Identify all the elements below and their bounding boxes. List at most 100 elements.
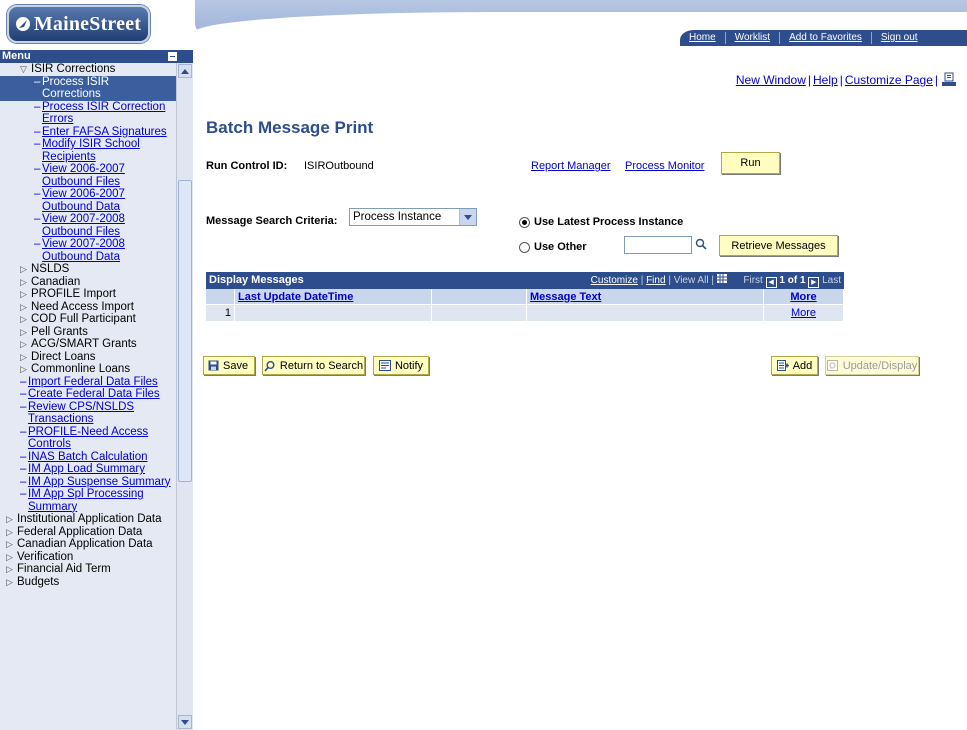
menu-item[interactable]: ▷ Budgets (0, 576, 177, 589)
menu-item[interactable]: – Import Federal Data Files (0, 376, 177, 389)
menu-dash: – (34, 138, 41, 150)
menu-item[interactable]: – IM App Suspense Summary (0, 476, 177, 489)
menu-item[interactable]: ▷ PROFILE Import (0, 288, 177, 301)
grid-navigation: Customize | Find | View All | First ◀ 1 … (590, 274, 841, 288)
menu-item[interactable]: ▷ Verification (0, 551, 177, 564)
row-number: 1 (206, 304, 235, 321)
menu-item-label: Direct Loans (31, 350, 96, 363)
return-to-search-button[interactable]: Return to Search (262, 356, 365, 375)
next-arrow-icon[interactable]: ▶ (808, 277, 820, 288)
menu-item[interactable]: ▽ ISIR Corrections (0, 63, 177, 76)
menu-item[interactable]: ▷ Federal Application Data (0, 526, 177, 539)
http-help-icon[interactable] (942, 72, 956, 86)
customize-page-link[interactable]: Customize Page (845, 73, 933, 87)
expand-arrow-icon[interactable]: ▷ (20, 363, 31, 376)
help-link[interactable]: Help (813, 73, 838, 87)
grid-last-label: Last (822, 275, 841, 286)
menu-scrollbar[interactable] (176, 63, 193, 730)
home-link[interactable]: Home (680, 32, 726, 44)
menu-item[interactable]: ▷ Canadian Application Data (0, 538, 177, 551)
expand-arrow-icon[interactable]: ▷ (20, 263, 31, 276)
scroll-down-icon[interactable] (178, 715, 192, 729)
scroll-up-icon[interactable] (178, 64, 192, 78)
menu-item[interactable]: ▷ COD Full Participant (0, 313, 177, 326)
grid-view-all[interactable]: View All (674, 275, 709, 286)
menu-item[interactable]: – Modify ISIR School Recipients (0, 138, 177, 163)
column-header[interactable]: Message Text (526, 289, 764, 305)
report-manager-link[interactable]: Report Manager (531, 160, 611, 172)
menu-item[interactable]: – PROFILE-Need Access Controls (0, 426, 177, 451)
expand-arrow-icon[interactable]: ▷ (6, 551, 17, 564)
menu-item[interactable]: – View 2006-2007 Outbound Data (0, 188, 177, 213)
menu-item[interactable]: – IM App Spl Processing Summary (0, 488, 177, 513)
expand-arrow-icon[interactable]: ▷ (20, 326, 31, 339)
menu-item[interactable]: ▷ Direct Loans (0, 351, 177, 364)
menu-item[interactable]: – IM App Load Summary (0, 463, 177, 476)
menu-dash: – (34, 213, 41, 225)
collapse-arrow-icon[interactable]: ▽ (20, 63, 31, 76)
menu-item[interactable]: ▷ ACG/SMART Grants (0, 338, 177, 351)
menu-item[interactable]: – Enter FAFSA Signatures (0, 126, 177, 139)
update-display-button[interactable]: Update/Display (825, 356, 919, 375)
expand-arrow-icon[interactable]: ▷ (20, 301, 31, 314)
menu-item[interactable]: – Process ISIR Corrections (0, 75, 177, 101)
last-update-datetime-header[interactable]: Last Update DateTime (238, 291, 353, 303)
expand-arrow-icon[interactable]: ▷ (20, 276, 31, 289)
search-icon (264, 360, 275, 372)
grid-customize-link[interactable]: Customize (591, 275, 638, 286)
mainestreet-logo[interactable]: MaineStreet (7, 5, 150, 43)
expand-arrow-icon[interactable]: ▷ (6, 538, 17, 551)
worklist-link[interactable]: Worklist (726, 32, 781, 44)
process-monitor-link[interactable]: Process Monitor (625, 160, 704, 172)
more-header[interactable]: More (790, 291, 816, 303)
expand-arrow-icon[interactable]: ▷ (20, 338, 31, 351)
add-to-favorites-link[interactable]: Add to Favorites (780, 32, 872, 44)
menu-item[interactable]: – Process ISIR Correction Errors (0, 101, 177, 126)
expand-arrow-icon[interactable]: ▷ (20, 313, 31, 326)
menu-item[interactable]: – INAS Batch Calculation (0, 451, 177, 464)
expand-arrow-icon[interactable]: ▷ (6, 513, 17, 526)
menu-item[interactable]: – View 2007-2008 Outbound Data (0, 238, 177, 263)
save-button[interactable]: Save (203, 356, 255, 375)
menu-item[interactable]: ▷ Canadian (0, 276, 177, 289)
new-window-link[interactable]: New Window (736, 73, 806, 87)
use-latest-radio[interactable] (519, 217, 530, 228)
use-other-radio[interactable] (519, 242, 530, 253)
column-header[interactable]: More (763, 289, 844, 305)
run-button[interactable]: Run (721, 152, 780, 174)
expand-arrow-icon[interactable]: ▷ (6, 576, 17, 589)
expand-arrow-icon[interactable]: ▷ (20, 351, 31, 364)
retrieve-messages-button[interactable]: Retrieve Messages (719, 235, 838, 256)
sign-out-link[interactable]: Sign out (872, 32, 927, 44)
process-instance-input[interactable] (624, 236, 692, 254)
add-button[interactable]: Add (771, 356, 818, 375)
row-more[interactable]: More (763, 304, 844, 321)
menu-item[interactable]: ▷ Financial Aid Term (0, 563, 177, 576)
main-content: New Window | Help | Customize Page | Batch Me… (203, 60, 967, 730)
collapse-menu-icon[interactable] (168, 52, 177, 61)
menu-item[interactable]: – View 2007-2008 Outbound Files (0, 213, 177, 238)
menu-item[interactable]: – Review CPS/NSLDS Transactions (0, 401, 177, 426)
menu-item[interactable]: ▷ Commonline Loans (0, 363, 177, 376)
previous-arrow-icon[interactable]: ◀ (765, 277, 777, 288)
scroll-thumb[interactable] (178, 180, 192, 482)
menu-item[interactable]: – View 2006-2007 Outbound Files (0, 163, 177, 188)
column-header[interactable]: Last Update DateTime (234, 289, 432, 305)
chevron-down-icon[interactable] (459, 209, 476, 225)
grid-find-link[interactable]: Find (646, 275, 665, 286)
message-text-header[interactable]: Message Text (530, 291, 601, 303)
menu-item[interactable]: ▷ NSLDS (0, 263, 177, 276)
menu-item[interactable]: – Create Federal Data Files (0, 388, 177, 401)
expand-arrow-icon[interactable]: ▷ (6, 563, 17, 576)
row-more-link[interactable]: More (791, 307, 816, 319)
expand-arrow-icon[interactable]: ▷ (20, 288, 31, 301)
menu-item[interactable]: ▷ Institutional Application Data (0, 513, 177, 526)
expand-arrow-icon[interactable]: ▷ (6, 526, 17, 539)
search-criteria-select[interactable]: Process Instance (349, 208, 477, 226)
download-grid-icon[interactable] (716, 274, 727, 286)
menu-item[interactable]: ▷ Pell Grants (0, 326, 177, 339)
notify-button[interactable]: Notify (373, 356, 429, 375)
lookup-magnifier-icon[interactable] (695, 238, 707, 253)
menu-item[interactable]: ▷ Need Access Import (0, 301, 177, 314)
menu-item-label: Federal Application Data (17, 525, 143, 538)
